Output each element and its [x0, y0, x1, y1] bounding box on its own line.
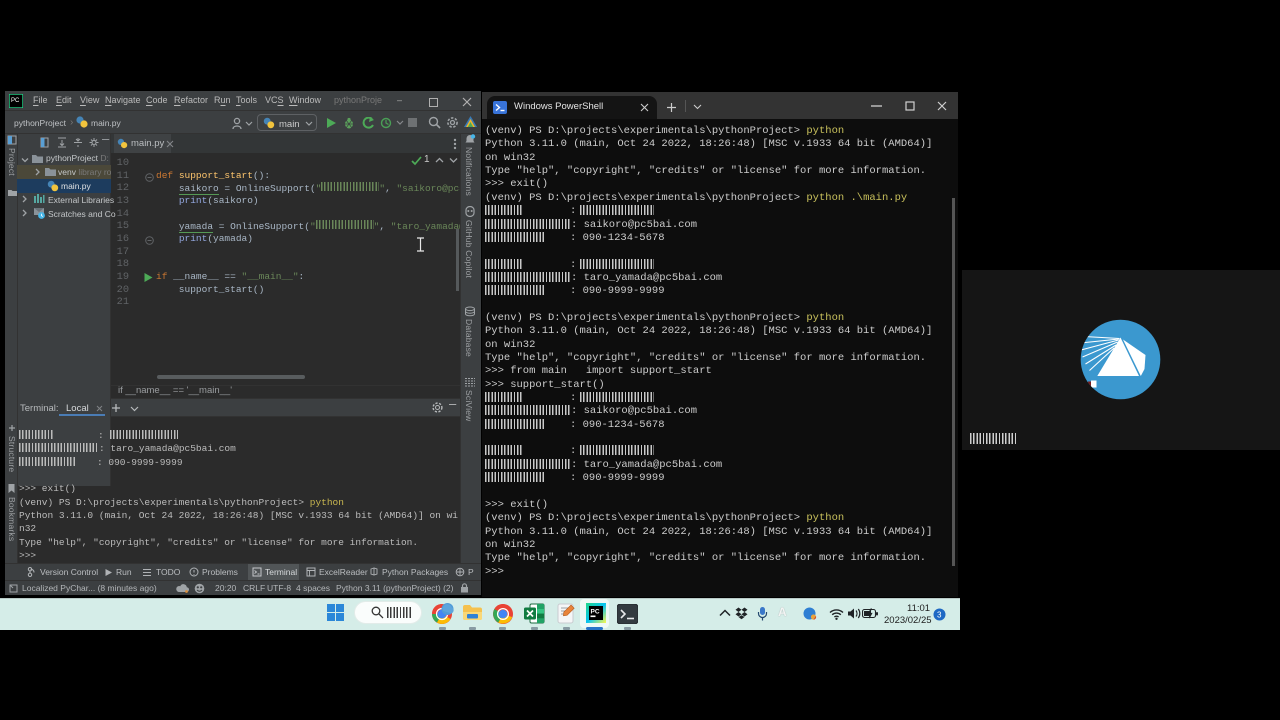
svg-text:3: 3 — [937, 611, 942, 620]
svg-text:PC: PC — [591, 609, 600, 616]
